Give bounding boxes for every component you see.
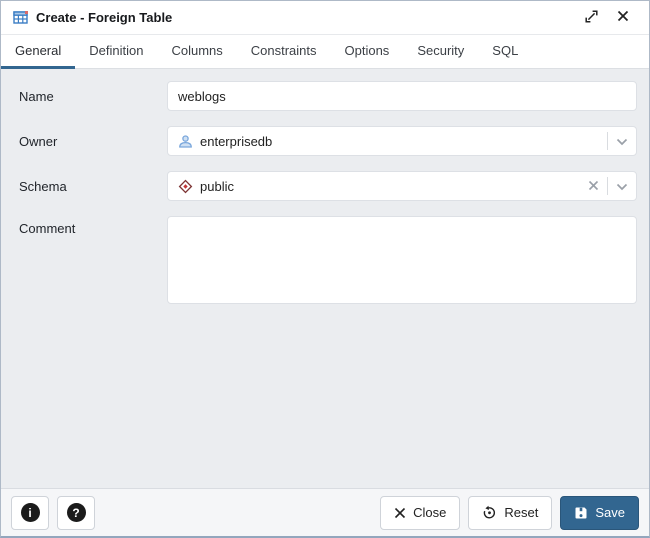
maximize-button[interactable] (579, 6, 603, 30)
name-input[interactable] (167, 81, 637, 111)
schema-row: Schema public (19, 171, 637, 201)
owner-dropdown-button[interactable] (608, 127, 636, 155)
comment-label: Comment (19, 216, 167, 236)
footer-right: Close Reset (380, 496, 639, 530)
close-icon (617, 10, 629, 25)
schema-dropdown-button[interactable] (608, 172, 636, 200)
general-tab-panel: Name Owner enterprisedb (1, 69, 649, 488)
comment-textarea[interactable] (167, 216, 637, 304)
name-label: Name (19, 89, 167, 104)
expand-icon (585, 10, 598, 26)
tab-columns[interactable]: Columns (157, 35, 236, 69)
tab-bar: General Definition Columns Constraints O… (1, 34, 649, 69)
dialog-footer: i ? Close (1, 488, 649, 536)
name-row: Name (19, 81, 637, 111)
schema-label: Schema (19, 179, 167, 194)
owner-row: Owner enterprisedb (19, 126, 637, 156)
owner-select-controls (607, 127, 636, 155)
owner-select[interactable]: enterprisedb (167, 126, 637, 156)
help-icon: ? (67, 503, 86, 522)
close-button-footer[interactable]: Close (380, 496, 460, 530)
reset-button[interactable]: Reset (468, 496, 552, 530)
chevron-down-icon (616, 179, 628, 194)
owner-label: Owner (19, 134, 167, 149)
foreign-table-icon (13, 11, 29, 25)
schema-select-controls (579, 172, 636, 200)
tab-definition[interactable]: Definition (75, 35, 157, 69)
user-icon (178, 134, 193, 149)
chevron-down-icon (616, 134, 628, 149)
create-foreign-table-dialog: Create - Foreign Table General (0, 0, 650, 538)
titlebar: Create - Foreign Table (1, 1, 649, 34)
schema-value: public (200, 179, 234, 194)
info-icon: i (21, 503, 40, 522)
clear-x-icon (588, 179, 599, 194)
tab-sql[interactable]: SQL (478, 35, 532, 69)
footer-left: i ? (11, 496, 95, 530)
comment-row: Comment (19, 216, 637, 304)
close-button[interactable] (611, 6, 635, 30)
help-button[interactable]: ? (57, 496, 95, 530)
reset-icon (482, 505, 497, 520)
close-button-label: Close (413, 505, 446, 520)
sql-info-button[interactable]: i (11, 496, 49, 530)
tab-constraints[interactable]: Constraints (237, 35, 331, 69)
tab-security[interactable]: Security (403, 35, 478, 69)
tab-options[interactable]: Options (331, 35, 404, 69)
close-x-icon (394, 507, 406, 519)
dialog-title: Create - Foreign Table (36, 10, 172, 25)
save-button[interactable]: Save (560, 496, 639, 530)
schema-clear-button[interactable] (579, 172, 607, 200)
owner-value: enterprisedb (200, 134, 272, 149)
reset-button-label: Reset (504, 505, 538, 520)
save-floppy-icon (574, 506, 588, 520)
tab-general[interactable]: General (1, 35, 75, 69)
save-button-label: Save (595, 505, 625, 520)
schema-diamond-icon (178, 179, 193, 194)
schema-select[interactable]: public (167, 171, 637, 201)
